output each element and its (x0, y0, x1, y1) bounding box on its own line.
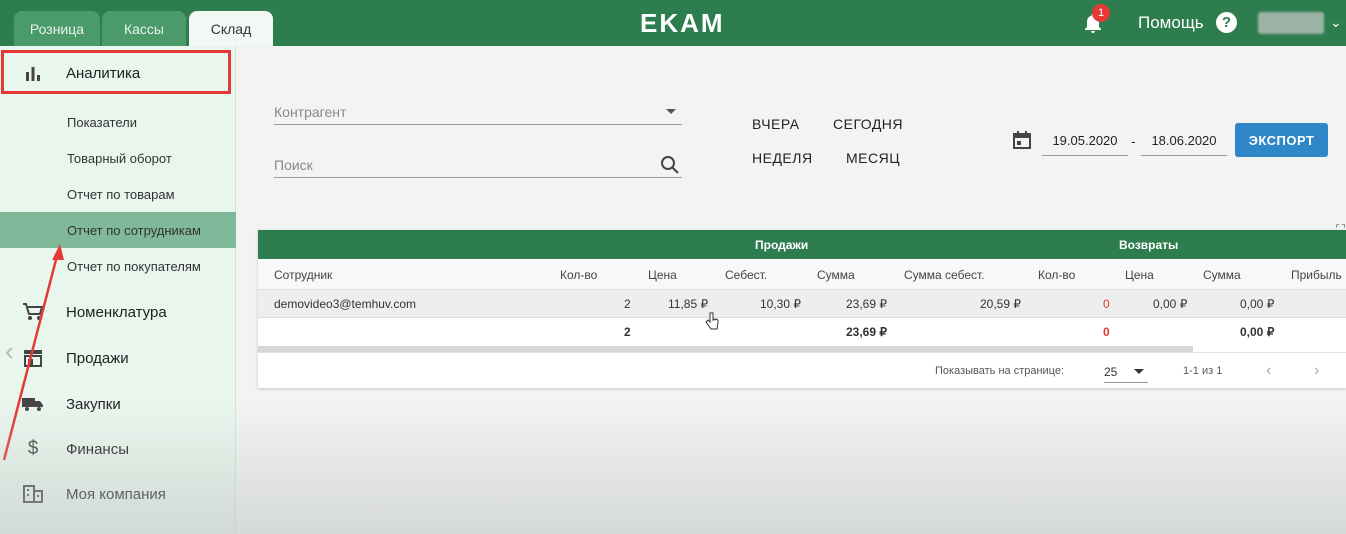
per-page-label: Показывать на странице: (935, 365, 1065, 377)
employee-report-table: Продажи Возвраты Сотрудник Кол-во Цена С… (258, 230, 1346, 388)
top-bar: Розница Кассы Склад EKAM 1 Помощь ? ⌄ (0, 0, 1346, 46)
help-icon[interactable]: ? (1216, 12, 1237, 33)
date-from-input[interactable]: 19.05.2020 (1042, 126, 1128, 156)
cell-cost: 10,30 ₽ (760, 297, 801, 311)
total-sum: 23,69 ₽ (846, 325, 887, 339)
period-yesterday-button[interactable]: ВЧЕРА (752, 116, 800, 132)
period-week-button[interactable]: НЕДЕЛЯ (752, 150, 813, 166)
tab-label: Кассы (123, 20, 164, 37)
dropdown-arrow-icon (1134, 369, 1144, 374)
col-return-qty[interactable]: Кол-во (1038, 268, 1075, 282)
tab-warehouse[interactable]: Склад (189, 11, 273, 46)
total-return-sum: 0,00 ₽ (1240, 325, 1275, 339)
sidebar-item-label: Продажи (66, 349, 129, 367)
col-profit[interactable]: Прибыль (1291, 268, 1342, 282)
sidebar-item-label: Закупки (66, 395, 121, 413)
annotation-arrow-icon (2, 244, 64, 461)
table-group-header: Продажи Возвраты (258, 230, 1346, 259)
annotation-highlight-box (1, 50, 231, 94)
col-return-price[interactable]: Цена (1125, 268, 1154, 282)
export-button[interactable]: ЭКСПОРТ (1235, 123, 1328, 157)
cell-return-price: 0,00 ₽ (1153, 297, 1188, 311)
group-sales-label: Продажи (755, 238, 809, 252)
table-row[interactable]: demovideo3@temhuv.com 2 11,85 ₽ 10,30 ₽ … (258, 290, 1346, 318)
search-icon[interactable] (660, 155, 680, 175)
table-totals-row: 2 23,69 ₽ 0 0,00 ₽ (258, 318, 1346, 346)
pagination: Показывать на странице: 25 1-1 из 1 ‹ › (258, 352, 1346, 388)
per-page-select[interactable]: 25 (1104, 361, 1148, 383)
notification-badge: 1 (1092, 4, 1110, 22)
tab-label: Розница (29, 20, 85, 37)
sidebar-subitem-indicators[interactable]: Показатели (0, 104, 236, 140)
sidebar-subitem-turnover[interactable]: Товарный оборот (0, 140, 236, 176)
sidebar-item-label: Моя компания (66, 485, 166, 503)
sidebar-item-my-company[interactable]: Моя компания (0, 471, 236, 517)
period-today-button[interactable]: СЕГОДНЯ (833, 116, 903, 132)
cell-return-sum: 0,00 ₽ (1240, 297, 1275, 311)
user-menu[interactable] (1258, 12, 1324, 34)
sidebar-item-label: Товарный оборот (67, 150, 172, 166)
counterparty-select[interactable]: Контрагент (274, 100, 682, 125)
search-placeholder: Поиск (274, 157, 313, 173)
date-to-input[interactable]: 18.06.2020 (1141, 126, 1227, 156)
cell-cost-sum: 20,59 ₽ (980, 297, 1021, 311)
col-cost[interactable]: Себест. (725, 268, 767, 282)
tab-label: Склад (210, 20, 252, 37)
total-qty: 2 (624, 325, 631, 339)
col-qty[interactable]: Кол-во (560, 268, 597, 282)
cell-price: 11,85 ₽ (668, 297, 709, 311)
per-page-value: 25 (1104, 365, 1118, 379)
tab-cashboxes[interactable]: Кассы (102, 11, 186, 46)
calendar-icon[interactable] (1012, 130, 1032, 150)
hand-cursor-icon (705, 312, 719, 330)
col-price[interactable]: Цена (648, 268, 677, 282)
prev-page-icon[interactable]: ‹ (1266, 362, 1271, 380)
sidebar-item-label: Показатели (67, 114, 137, 130)
period-month-button[interactable]: МЕСЯЦ (846, 150, 900, 166)
cell-employee: demovideo3@temhuv.com (274, 297, 417, 311)
col-sum[interactable]: Сумма (817, 268, 855, 282)
col-cost-sum[interactable]: Сумма себест. (904, 268, 985, 282)
sidebar-item-label: Отчет по сотрудникам (67, 222, 201, 238)
sidebar-item-label: Финансы (66, 440, 129, 458)
page-range: 1-1 из 1 (1183, 365, 1223, 377)
next-page-icon[interactable]: › (1314, 362, 1319, 380)
search-input[interactable]: Поиск (274, 153, 682, 178)
sidebar-item-label: Отчет по товарам (67, 186, 175, 202)
cell-qty: 2 (624, 297, 631, 311)
counterparty-placeholder: Контрагент (274, 104, 347, 120)
tab-retail[interactable]: Розница (14, 11, 100, 46)
table-header-row: Сотрудник Кол-во Цена Себест. Сумма Сумм… (258, 259, 1346, 290)
help-link[interactable]: Помощь (1138, 13, 1204, 33)
total-return-qty: 0 (1103, 325, 1110, 339)
cell-sum: 23,69 ₽ (846, 297, 887, 311)
col-return-sum[interactable]: Сумма (1203, 268, 1241, 282)
dropdown-arrow-icon (666, 109, 676, 114)
group-returns-label: Возвраты (1119, 238, 1179, 252)
cell-return-qty: 0 (1103, 297, 1110, 311)
building-icon (22, 483, 44, 505)
sidebar-subitem-products-report[interactable]: Отчет по товарам (0, 176, 236, 212)
col-employee[interactable]: Сотрудник (274, 268, 332, 282)
date-separator: - (1131, 133, 1136, 149)
sidebar-item-label: Номенклатура (66, 303, 167, 321)
chevron-down-icon[interactable]: ⌄ (1330, 14, 1342, 31)
sidebar-item-label: Отчет по покупателям (67, 258, 201, 274)
brand-logo[interactable]: EKAM (640, 8, 725, 39)
